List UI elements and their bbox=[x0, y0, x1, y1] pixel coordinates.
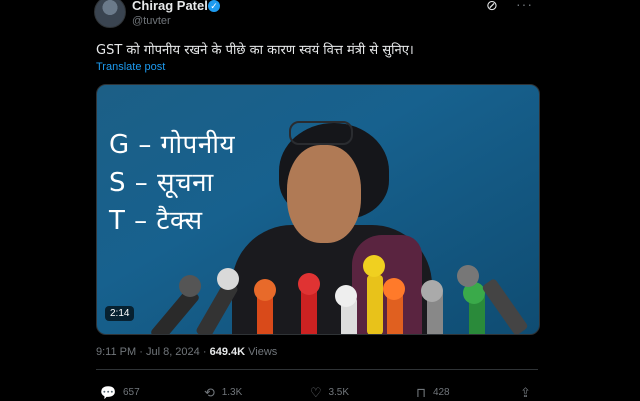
bookmark-button[interactable]: ⊓ 428 bbox=[416, 385, 450, 401]
meta-separator: · bbox=[139, 346, 143, 358]
avatar[interactable] bbox=[94, 0, 126, 28]
repost-icon: ⟲ bbox=[204, 385, 215, 400]
like-button[interactable]: ♡ 3.5K bbox=[310, 385, 349, 401]
overlay-line-s: S – सूचना bbox=[109, 168, 214, 198]
reply-count: 657 bbox=[122, 387, 140, 398]
post-time[interactable]: 9:11 PM bbox=[96, 346, 136, 358]
heart-icon: ♡ bbox=[310, 385, 322, 400]
tweet-header: Chirag Patel ✓ @tuvter ⊘ ··· bbox=[94, 0, 542, 30]
author-name[interactable]: Chirag Patel bbox=[132, 0, 208, 13]
speaker-face bbox=[287, 145, 361, 243]
tweet-text: GST को गोपनीय रखने के पीछे का कारण स्वयं… bbox=[96, 43, 414, 58]
reply-icon: 💬 bbox=[100, 385, 117, 400]
author-handle[interactable]: @tuvter bbox=[132, 15, 171, 27]
share-icon: ⇪ bbox=[520, 385, 531, 400]
share-button[interactable]: ⇪ bbox=[520, 385, 535, 401]
like-count: 3.5K bbox=[328, 387, 350, 398]
views-count: 649.4K bbox=[209, 346, 246, 358]
verified-badge-icon: ✓ bbox=[208, 0, 220, 12]
more-options-icon[interactable]: ··· bbox=[516, 0, 533, 12]
bookmark-icon: ⊓ bbox=[416, 385, 427, 400]
video-player[interactable]: G – गोपनीय S – सूचना T – टैक्स 2:14 bbox=[96, 84, 540, 335]
grok-icon[interactable]: ⊘ bbox=[486, 0, 498, 14]
views-label: Views bbox=[248, 346, 278, 358]
bookmark-count: 428 bbox=[432, 387, 450, 398]
divider bbox=[96, 369, 538, 370]
post-date[interactable]: Jul 8, 2024 bbox=[146, 346, 200, 358]
tweet-meta: 9:11 PM · Jul 8, 2024 · 649.4K Views bbox=[96, 346, 277, 358]
action-bar: 💬 657 ⟲ 1.3K ♡ 3.5K ⊓ 428 ⇪ bbox=[100, 385, 540, 401]
meta-separator: · bbox=[202, 346, 207, 358]
speaker-glasses bbox=[289, 121, 353, 145]
translate-post-link[interactable]: Translate post bbox=[96, 61, 165, 73]
repost-button[interactable]: ⟲ 1.3K bbox=[204, 385, 242, 401]
video-duration: 2:14 bbox=[105, 306, 135, 321]
overlay-line-t: T – टैक्स bbox=[109, 206, 203, 236]
reply-button[interactable]: 💬 657 bbox=[100, 385, 140, 401]
overlay-line-g: G – गोपनीय bbox=[109, 130, 236, 160]
repost-count: 1.3K bbox=[221, 387, 243, 398]
